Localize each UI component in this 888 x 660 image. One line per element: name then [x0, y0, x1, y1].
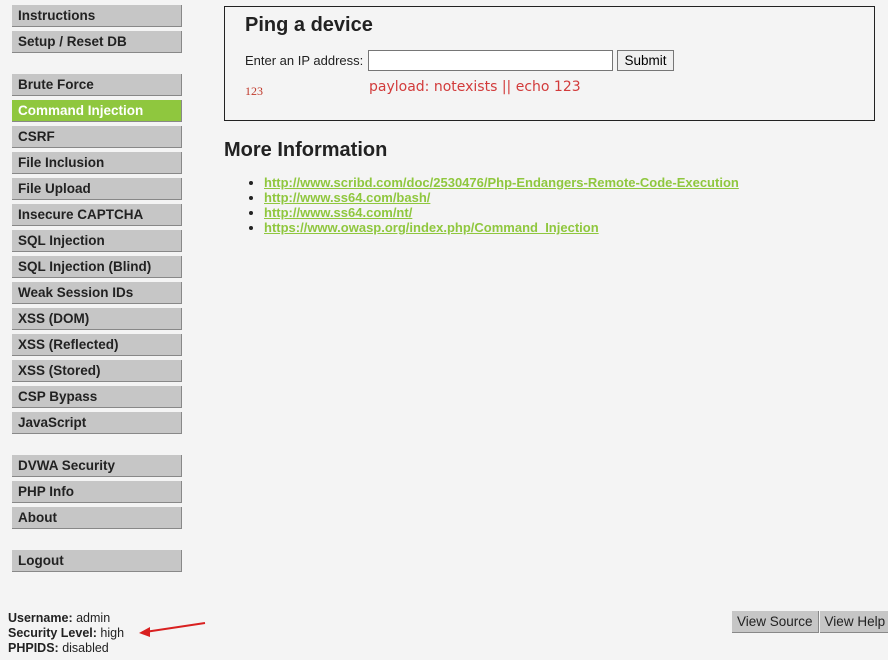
security-level-label: Security Level: — [8, 626, 97, 640]
link-scribd[interactable]: http://www.scribd.com/doc/2530476/Php-En… — [264, 175, 739, 190]
list-item: http://www.ss64.com/nt/ — [264, 205, 739, 220]
menu-item-setup-reset-db[interactable]: Setup / Reset DB — [12, 31, 182, 53]
menu-item-insecure-captcha[interactable]: Insecure CAPTCHA — [12, 204, 182, 226]
link-ss64-bash[interactable]: http://www.ss64.com/bash/ — [264, 190, 430, 205]
submit-button[interactable]: Submit — [617, 50, 674, 71]
menu-item-dvwa-security[interactable]: DVWA Security — [12, 455, 182, 477]
phpids-value: disabled — [62, 641, 109, 655]
more-info-links: http://www.scribd.com/doc/2530476/Php-En… — [246, 175, 739, 235]
menu-item-sql-injection-blind[interactable]: SQL Injection (Blind) — [12, 256, 182, 278]
user-info: Username: admin Security Level: high PHP… — [8, 611, 124, 656]
phpids-label: PHPIDS: — [8, 641, 59, 655]
list-item: http://www.scribd.com/doc/2530476/Php-En… — [264, 175, 739, 190]
link-ss64-nt[interactable]: http://www.ss64.com/nt/ — [264, 205, 412, 220]
security-level-value: high — [100, 626, 125, 640]
red-arrow-annotation — [139, 622, 206, 637]
view-help-button[interactable]: View Help — [819, 611, 888, 633]
menu-item-logout[interactable]: Logout — [12, 550, 182, 572]
menu-item-weak-session-ids[interactable]: Weak Session IDs — [12, 282, 182, 304]
ip-label: Enter an IP address: — [245, 53, 364, 68]
menu-item-javascript[interactable]: JavaScript — [12, 412, 182, 434]
link-owasp[interactable]: https://www.owasp.org/index.php/Command_… — [264, 220, 599, 235]
menu-item-xss-stored[interactable]: XSS (Stored) — [12, 360, 182, 382]
menu-item-file-inclusion[interactable]: File Inclusion — [12, 152, 182, 174]
phpids-row: PHPIDS: disabled — [8, 641, 124, 656]
menu-item-csp-bypass[interactable]: CSP Bypass — [12, 386, 182, 408]
menu-item-sql-injection[interactable]: SQL Injection — [12, 230, 182, 252]
menu-group-setup: Instructions Setup / Reset DB — [12, 5, 182, 57]
ping-panel: Ping a device Enter an IP address: Submi… — [224, 6, 875, 121]
menu-group-settings: DVWA Security PHP Info About — [12, 455, 182, 533]
footer-buttons: View Source View Help — [732, 611, 888, 633]
menu-item-command-injection[interactable]: Command Injection — [12, 100, 182, 122]
menu-group-logout: Logout — [12, 550, 182, 576]
more-info-title: More Information — [224, 139, 388, 161]
menu-item-file-upload[interactable]: File Upload — [12, 178, 182, 200]
list-item: https://www.owasp.org/index.php/Command_… — [264, 220, 739, 235]
ip-input[interactable] — [368, 50, 613, 71]
menu-item-about[interactable]: About — [12, 507, 182, 529]
menu-item-php-info[interactable]: PHP Info — [12, 481, 182, 503]
view-source-button[interactable]: View Source — [732, 611, 819, 633]
list-item: http://www.ss64.com/bash/ — [264, 190, 739, 205]
username-value: admin — [76, 611, 111, 625]
menu-item-brute-force[interactable]: Brute Force — [12, 74, 182, 96]
menu-item-instructions[interactable]: Instructions — [12, 5, 182, 27]
security-level-row: Security Level: high — [8, 626, 124, 641]
menu-item-xss-reflected[interactable]: XSS (Reflected) — [12, 334, 182, 356]
menu-group-vulnerabilities: Brute Force Command Injection CSRF File Inc… — [12, 74, 182, 438]
payload-annotation: payload: notexists || echo 123 — [369, 79, 581, 95]
menu-item-csrf[interactable]: CSRF — [12, 126, 182, 148]
ping-title: Ping a device — [245, 14, 373, 36]
username-row: Username: admin — [8, 611, 124, 626]
username-label: Username: — [8, 611, 73, 625]
command-output: 123 — [245, 84, 263, 98]
menu-item-xss-dom[interactable]: XSS (DOM) — [12, 308, 182, 330]
